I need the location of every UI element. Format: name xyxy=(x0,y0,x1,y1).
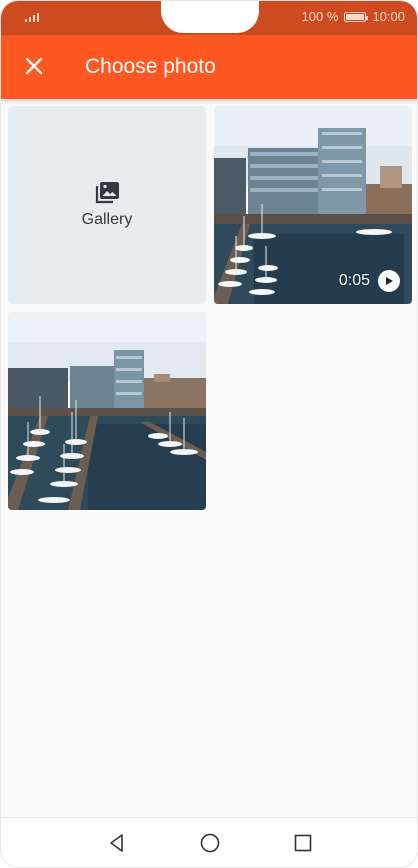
photo-thumbnail[interactable] xyxy=(8,312,206,510)
recents-icon xyxy=(294,834,312,852)
gallery-label: Gallery xyxy=(81,211,133,228)
harbor-image xyxy=(8,312,206,510)
page-title: Choose photo xyxy=(85,55,216,78)
play-icon xyxy=(378,270,400,292)
video-duration: 0:05 xyxy=(338,272,370,289)
status-bar: 100 % 10:00 xyxy=(1,1,417,35)
battery-percent: 100 % xyxy=(301,9,339,24)
status-right: 100 % 10:00 xyxy=(302,9,405,24)
video-thumbnail[interactable]: 0:05 xyxy=(214,106,412,304)
home-icon xyxy=(200,833,220,853)
home-button[interactable] xyxy=(197,830,223,856)
navigation-bar xyxy=(1,817,417,867)
gallery-icon xyxy=(95,182,119,204)
recents-button[interactable] xyxy=(290,830,316,856)
close-button[interactable] xyxy=(17,49,51,83)
app-bar: Choose photo xyxy=(1,35,417,99)
back-icon xyxy=(110,834,123,852)
battery-icon xyxy=(344,11,369,22)
camera-notch xyxy=(161,1,259,33)
gallery-tile[interactable]: Gallery xyxy=(8,106,206,304)
phone-screen: 100 % 10:00 Choose photo Gallery 0:05 xyxy=(0,0,418,868)
status-time: 10:00 xyxy=(372,9,405,24)
signal-icon xyxy=(25,13,39,22)
close-icon xyxy=(25,57,43,75)
back-button[interactable] xyxy=(104,830,130,856)
